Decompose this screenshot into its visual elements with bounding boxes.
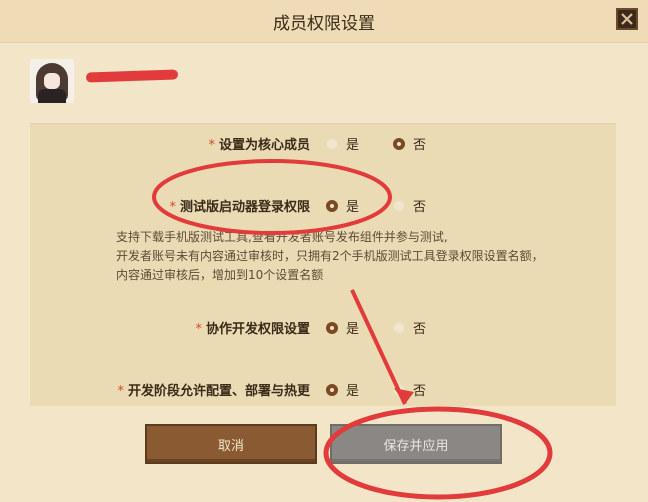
permission-row-collab: * 协作开发权限设置 是 否 <box>30 316 616 340</box>
dialog-titlebar: 成员权限设置 <box>0 0 648 43</box>
permissions-panel: * 设置为核心成员 是 否 * 测试版启动器登录权限 是 否 支持下载手机版测试工具… <box>30 123 616 406</box>
radio-yes-indicator[interactable] <box>326 137 338 150</box>
avatar <box>30 59 74 103</box>
radio-no-label: 否 <box>413 200 427 215</box>
permission-label: * 测试版启动器登录权限 <box>106 196 310 215</box>
member-profile <box>30 58 179 104</box>
permission-label: * 设置为核心成员 <box>130 134 310 153</box>
required-mark: * <box>208 138 215 153</box>
required-mark: * <box>169 200 176 215</box>
radio-yes[interactable]: 是 <box>326 318 359 337</box>
permission-label-text: 测试版启动器登录权限 <box>179 200 310 215</box>
save-apply-button[interactable]: 保存并应用 <box>330 424 502 464</box>
radio-no[interactable]: 否 <box>393 318 426 337</box>
description-line: 支持下载手机版测试工具,查看开发者账号发布组件并参与测试, <box>116 230 448 244</box>
permission-label-text: 开发阶段允许配置、部署与热更 <box>127 384 310 399</box>
permission-row-core-member: * 设置为核心成员 是 否 <box>30 132 616 156</box>
radio-no-label: 否 <box>413 384 427 399</box>
required-mark: * <box>117 384 124 399</box>
radio-no-indicator[interactable] <box>393 137 405 150</box>
radio-yes-label: 是 <box>346 322 360 337</box>
description-line: 内容通过审核后，增加到10个设置名额 <box>116 268 324 282</box>
dialog-title: 成员权限设置 <box>273 13 375 34</box>
permission-label: * 开发阶段允许配置、部署与热更 <box>60 380 310 399</box>
radio-yes-indicator[interactable] <box>326 383 338 396</box>
close-button[interactable] <box>616 8 638 30</box>
radio-no-label: 否 <box>413 138 427 153</box>
radio-no[interactable]: 否 <box>393 380 426 399</box>
permission-label-text: 设置为核心成员 <box>218 138 310 153</box>
radio-no-indicator[interactable] <box>393 383 405 396</box>
radio-yes[interactable]: 是 <box>326 196 359 215</box>
radio-yes-label: 是 <box>346 200 360 215</box>
radio-yes[interactable]: 是 <box>326 134 359 153</box>
description-line: 开发者账号未有内容通过审核时，只拥有2个手机版测试工具登录权限设置名额， <box>116 249 544 263</box>
radio-no[interactable]: 否 <box>393 196 426 215</box>
radio-no-indicator[interactable] <box>393 321 405 334</box>
redacted-username <box>85 69 179 83</box>
close-icon <box>621 13 633 25</box>
radio-no-label: 否 <box>413 322 427 337</box>
cancel-button[interactable]: 取消 <box>145 424 317 464</box>
radio-yes-indicator[interactable] <box>326 321 338 334</box>
radio-yes-indicator[interactable] <box>326 199 338 212</box>
radio-yes-label: 是 <box>346 138 360 153</box>
radio-yes-label: 是 <box>346 384 360 399</box>
radio-no[interactable]: 否 <box>393 134 426 153</box>
permission-label: * 协作开发权限设置 <box>130 318 310 337</box>
radio-no-indicator[interactable] <box>393 199 405 212</box>
permission-row-hotupdate: * 开发阶段允许配置、部署与热更 是 否 <box>30 378 616 402</box>
required-mark: * <box>195 322 202 337</box>
permission-label-text: 协作开发权限设置 <box>205 322 310 337</box>
permission-row-test-launcher: * 测试版启动器登录权限 是 否 <box>30 194 616 218</box>
radio-yes[interactable]: 是 <box>326 380 359 399</box>
permission-description: 支持下载手机版测试工具,查看开发者账号发布组件并参与测试, 开发者账号未有内容通… <box>116 228 586 285</box>
